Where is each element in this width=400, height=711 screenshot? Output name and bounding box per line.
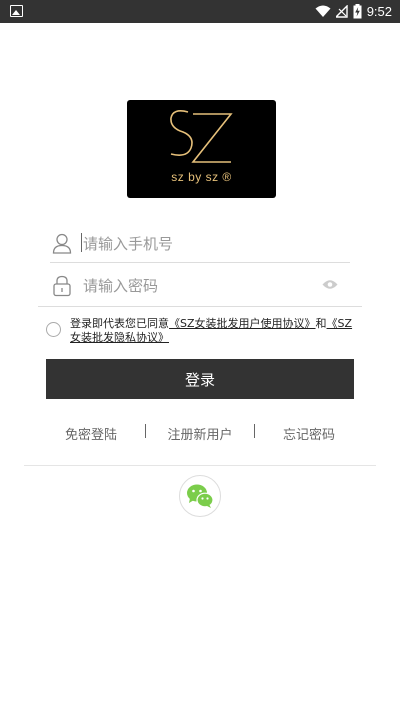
lock-icon [53,275,71,297]
logo-brand-text: sz by sz ® [171,170,232,184]
forgot-password-link[interactable]: 忘记密码 [254,415,364,451]
wechat-icon [187,484,214,508]
passwordless-login-link[interactable]: 免密登陆 [36,415,146,451]
login-button[interactable]: 登录 [46,359,354,399]
show-password-eye-icon[interactable] [322,279,338,290]
status-icons: 9:52 [315,3,392,20]
user-agreement-link[interactable]: 《SZ女装批发用户使用协议》 [169,317,316,330]
phone-input[interactable]: 请输入手机号 [83,233,173,254]
phone-field[interactable]: 请输入手机号 [50,223,350,263]
wechat-login-button[interactable] [179,475,221,517]
third-party-divider [24,465,376,466]
agreement-checkbox[interactable] [46,322,61,337]
clock: 9:52 [366,4,392,19]
status-bar: 9:52 [0,0,400,23]
wifi-icon [315,5,331,17]
password-input[interactable]: 请输入密码 [83,275,158,296]
secondary-links: 免密登陆 注册新用户 忘记密码 [36,415,362,451]
sz-logo-mark [170,110,233,163]
text-cursor [81,233,82,252]
signal-off-icon [335,5,348,18]
user-icon [52,233,72,254]
image-notification-icon [10,5,23,17]
agreement-prefix: 登录即代表您已同意 [70,317,169,330]
agreement-conjunction: 和 [315,317,327,330]
register-link[interactable]: 注册新用户 [145,415,255,451]
password-field[interactable]: 请输入密码 [50,265,350,305]
app-logo: sz by sz ® [127,100,276,198]
password-divider [38,306,362,307]
agreement-text: 登录即代表您已同意《SZ女装批发用户使用协议》和《SZ女装批发隐私协议》 [70,317,358,345]
battery-charging-icon [353,4,362,19]
